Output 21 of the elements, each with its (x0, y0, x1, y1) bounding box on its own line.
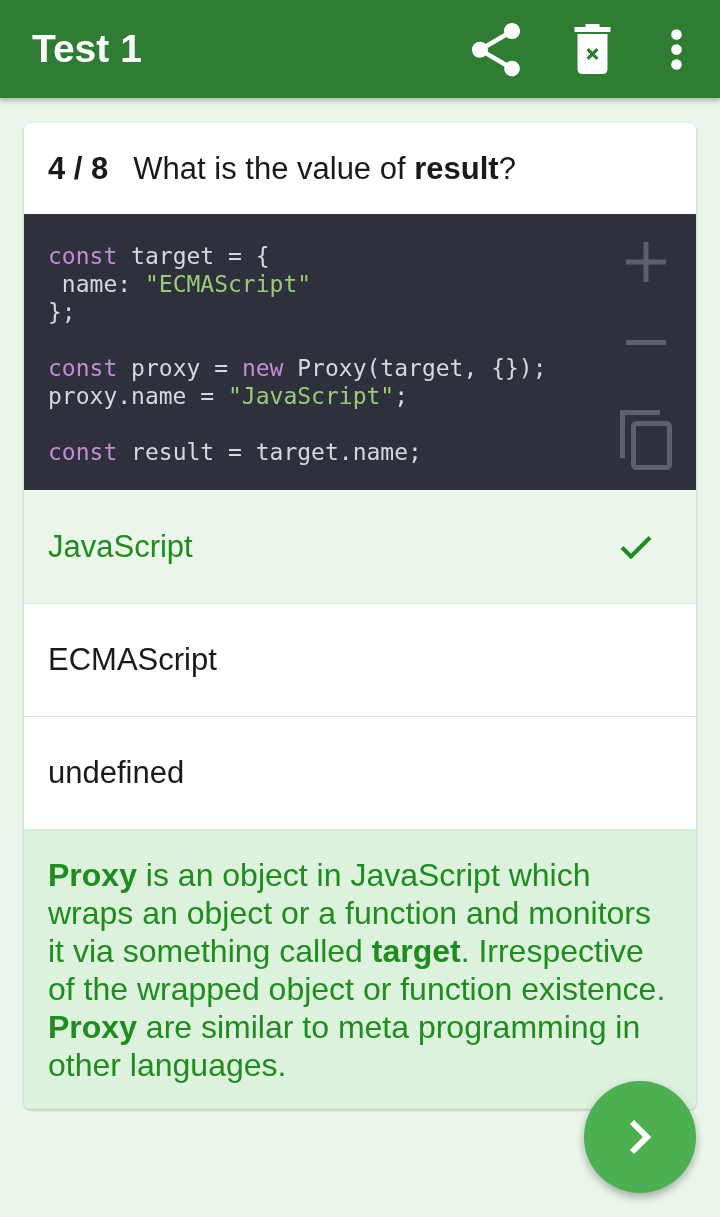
share-icon[interactable] (471, 21, 521, 77)
check-icon (620, 534, 652, 559)
question-counter: 4 / 8 (48, 150, 109, 187)
zoom-in-icon[interactable] (626, 242, 666, 282)
delete-icon[interactable] (574, 24, 611, 74)
code-line: const target = { (48, 242, 271, 270)
code-line: }; (48, 298, 77, 326)
chevron-right-icon (629, 1119, 651, 1155)
app-title: Test 1 (32, 26, 142, 72)
answer-option[interactable]: ECMAScript (24, 603, 696, 716)
answer-option[interactable]: JavaScript (24, 490, 696, 603)
next-button[interactable] (584, 1081, 696, 1193)
copy-icon[interactable] (620, 410, 672, 470)
answer-option[interactable]: undefined (24, 716, 696, 829)
code-line: name: "ECMAScript" (60, 270, 313, 298)
code-line: const proxy = new Proxy(target, {}); (48, 354, 548, 382)
question-text: What is the value of result? (133, 150, 516, 187)
explanation-text: Proxy is an object in JavaScript which wraps an object or a function and monitors it via something called target. Irrespective of the wrapped object or function existence. Proxy are similar to meta programming in other languages. (48, 856, 667, 1084)
more-menu-icon[interactable] (671, 28, 682, 70)
code-line: proxy.name = "JavaScript"; (48, 382, 410, 410)
code-line: const result = target.name; (48, 438, 423, 466)
